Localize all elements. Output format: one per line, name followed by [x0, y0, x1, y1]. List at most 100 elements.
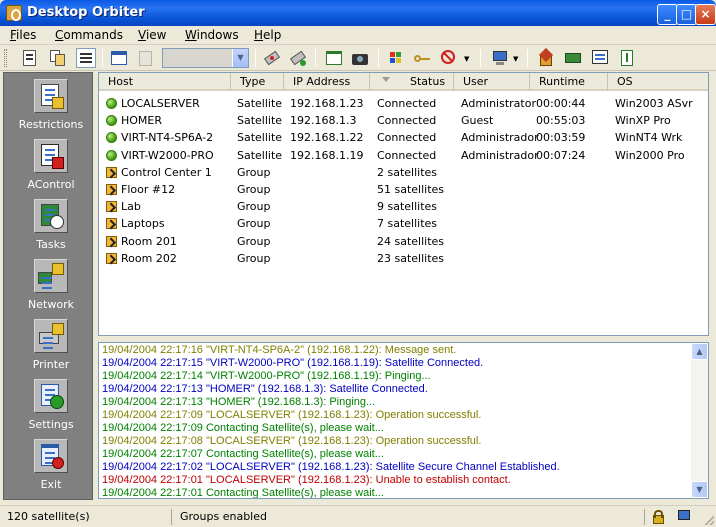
log-entry: 19/04/2004 22:17:13 "HOMER" (192.168.1.3… — [102, 383, 428, 395]
cell-user: Administrador — [461, 131, 539, 145]
col-status[interactable]: Status — [370, 73, 454, 91]
details-view-icon[interactable] — [76, 48, 96, 68]
sidebar-item-network[interactable]: Network — [4, 255, 92, 315]
cell-ip: 192.168.1.3 — [290, 114, 357, 128]
copy-icon[interactable] — [48, 48, 68, 68]
table-row[interactable]: Laptops Group 7 satellites — [99, 215, 708, 232]
col-runtime[interactable]: Runtime — [530, 73, 608, 91]
col-ip-address[interactable]: IP Address — [284, 73, 370, 91]
event-log[interactable]: 19/04/2004 22:17:16 "VIRT-NT4-SP6A-2" (1… — [98, 342, 709, 499]
toolbar-grip[interactable] — [4, 49, 7, 67]
table-row[interactable]: LOCALSERVER Satellite 192.168.1.23 Connecte… — [99, 95, 708, 112]
menu-help[interactable]: Help — [254, 28, 281, 42]
house-icon[interactable] — [536, 47, 556, 68]
server-icon[interactable] — [563, 48, 583, 68]
app-icon[interactable] — [6, 5, 22, 21]
maximize-button[interactable]: □ — [676, 4, 697, 25]
satellite-list[interactable]: Host Type IP Address Status User Runtime… — [98, 72, 709, 336]
monitor-icon — [678, 510, 690, 520]
table-row[interactable]: Room 201 Group 24 satellites — [99, 233, 708, 250]
cell-os: Win2000 Pro — [615, 148, 685, 162]
table-row[interactable]: VIRT-NT4-SP6A-2 Satellite 192.168.1.22 Conn… — [99, 129, 708, 146]
window-icon[interactable] — [109, 48, 129, 68]
info-icon[interactable] — [617, 48, 637, 68]
resize-grip[interactable] — [702, 513, 714, 525]
sidebar-item-settings[interactable]: Settings — [4, 375, 92, 435]
properties-icon[interactable] — [20, 48, 40, 68]
network-icon — [34, 259, 68, 293]
table-row[interactable]: VIRT-W2000-PRO Satellite 192.168.1.19 Conne… — [99, 147, 708, 164]
log-scrollbar[interactable]: ▲ ▼ — [691, 343, 708, 498]
sidebar: Restrictions AControl Tasks Network Prin… — [3, 72, 93, 500]
close-button[interactable]: × — [695, 4, 716, 25]
table-row[interactable]: HOMER Satellite 192.168.1.3 Connected Guest 0… — [99, 112, 708, 129]
cell-type: Group — [237, 165, 271, 179]
sidebar-label: Printer — [32, 358, 70, 371]
group-combo[interactable]: ▼ — [162, 48, 249, 68]
cell-host: Laptops — [121, 217, 165, 231]
menu-commands[interactable]: Commands — [55, 28, 123, 42]
cell-status: 9 satellites — [377, 200, 438, 214]
sidebar-item-printer[interactable]: Printer — [4, 315, 92, 375]
menu-windows[interactable]: Windows — [185, 28, 239, 42]
restrictions-icon — [34, 79, 68, 113]
computer-dropdown-icon[interactable]: ▼ — [513, 55, 518, 63]
status-bar: 120 satellite(s) Groups enabled — [0, 505, 716, 527]
minimize-button[interactable]: _ — [657, 4, 678, 25]
log-entry: 19/04/2004 22:17:02 "LOCALSERVER" (192.1… — [102, 461, 560, 473]
menu-files[interactable]: Files — [10, 28, 36, 42]
table-row[interactable]: Lab Group 9 satellites — [99, 198, 708, 215]
message-icon[interactable] — [324, 48, 344, 68]
windows-flag-icon[interactable] — [386, 48, 406, 68]
sidebar-label: Network — [28, 298, 74, 311]
cell-host: LOCALSERVER — [121, 97, 200, 110]
connected-status-icon — [106, 132, 117, 144]
cell-type: Group — [237, 234, 271, 248]
cell-type: Group — [237, 183, 271, 196]
log-entry: 19/04/2004 22:17:08 "LOCALSERVER" (192.1… — [102, 435, 482, 447]
exit-icon — [34, 439, 68, 473]
monitor-settings-icon[interactable] — [590, 48, 610, 68]
connected-status-icon — [106, 149, 117, 161]
cell-status: 7 satellites — [377, 217, 438, 231]
sort-descending-icon — [382, 77, 390, 82]
cell-host: Room 201 — [121, 234, 177, 248]
log-entry: 19/04/2004 22:17:09 Contacting Satellite… — [102, 422, 384, 434]
col-user[interactable]: User — [454, 73, 530, 91]
sidebar-item-restrictions[interactable]: Restrictions — [4, 75, 92, 135]
scroll-up-button[interactable]: ▲ — [691, 343, 708, 360]
sidebar-item-acontrol[interactable]: AControl — [4, 135, 92, 195]
cell-os: WinXP Pro — [615, 114, 671, 128]
computer-icon[interactable] — [490, 48, 510, 68]
sidebar-label: Restrictions — [18, 118, 84, 131]
restrict-dropdown-icon[interactable]: ▼ — [464, 55, 469, 63]
list-header: Host Type IP Address Status User Runtime… — [99, 73, 708, 91]
menu-view[interactable]: View — [138, 28, 166, 42]
combo-dropdown-button[interactable]: ▼ — [232, 49, 248, 67]
sidebar-item-tasks[interactable]: Tasks — [4, 195, 92, 255]
cell-status: Connected — [377, 131, 437, 145]
log-entry: 19/04/2004 22:17:13 "HOMER" (192.168.1.3… — [102, 396, 376, 408]
log-entry: 19/04/2004 22:17:14 "VIRT-W2000-PRO" (19… — [102, 370, 431, 382]
tasks-icon — [34, 199, 68, 233]
cell-ip: 192.168.1.19 — [290, 148, 364, 162]
camera-icon[interactable] — [350, 48, 370, 68]
log-entry: 19/04/2004 22:17:01 Contacting Satellite… — [102, 487, 384, 499]
table-row[interactable]: Room 202 Group 23 satellites — [99, 250, 708, 267]
sidebar-label: Exit — [40, 478, 62, 491]
scroll-down-button[interactable]: ▼ — [691, 481, 708, 498]
restrict-icon[interactable] — [439, 48, 459, 68]
col-type[interactable]: Type — [231, 73, 284, 91]
key-icon[interactable] — [412, 48, 432, 68]
col-host[interactable]: Host — [99, 73, 231, 91]
cell-host: Room 202 — [121, 251, 177, 265]
cell-user: Guest — [461, 114, 494, 128]
table-row[interactable]: Floor #12 Group 51 satellites — [99, 181, 708, 198]
menu-bar: Files Commands View Windows Help — [0, 26, 716, 45]
satellite-disconnect-icon[interactable] — [288, 48, 308, 68]
group-icon — [106, 201, 117, 213]
table-row[interactable]: Control Center 1 Group 2 satellites — [99, 164, 708, 181]
satellite-connect-icon[interactable] — [262, 48, 282, 68]
col-os[interactable]: OS — [608, 73, 708, 91]
sidebar-item-exit[interactable]: Exit — [4, 435, 92, 495]
